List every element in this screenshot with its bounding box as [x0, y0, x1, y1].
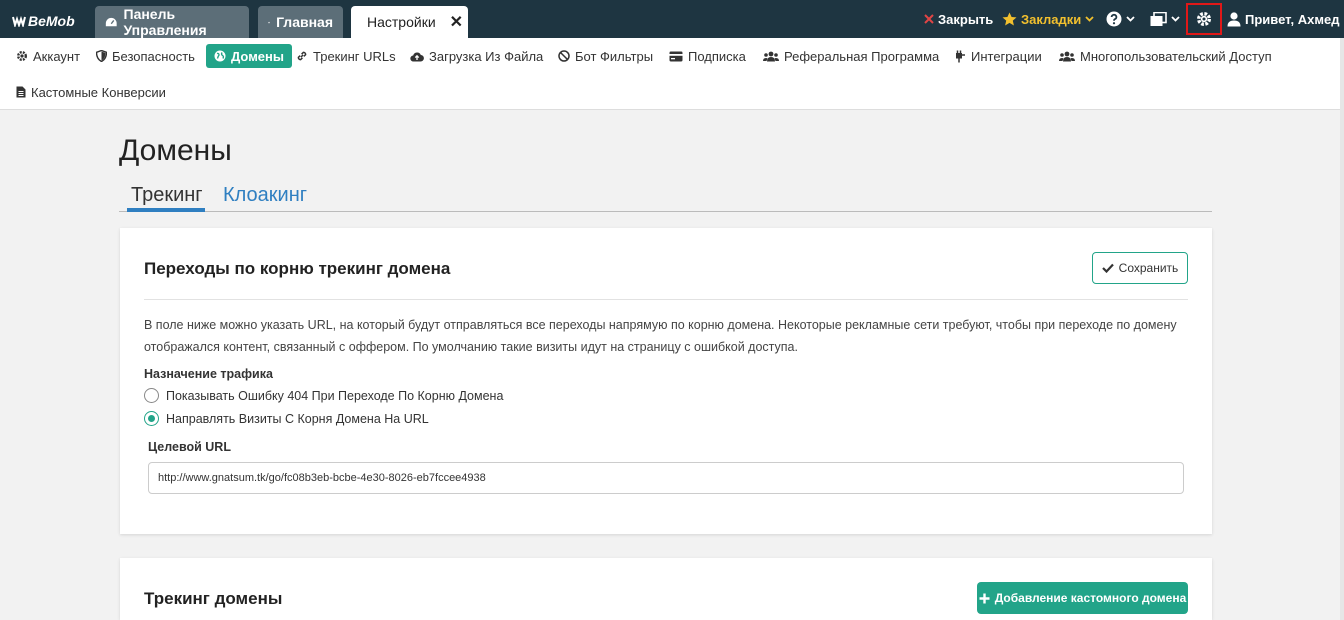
radio-show-404-label: Показывать Ошибку 404 При Переходе По Ко… [166, 388, 504, 403]
gear-icon [17, 51, 27, 61]
traffic-destination-label: Назначение трафика [144, 367, 273, 381]
domains-card-title: Трекинг домены [144, 589, 283, 608]
tracking-domains-card: Трекинг домены Добавление кастомного дом… [120, 558, 1212, 620]
radio-circle[interactable] [144, 388, 159, 403]
add-domain-label: Добавление кастомного домена [994, 591, 1187, 605]
nav-integrations[interactable]: Интеграции [948, 44, 1048, 68]
add-custom-domain-button[interactable]: Добавление кастомного домена [977, 582, 1188, 614]
save-label: Сохранить [1118, 261, 1179, 275]
user-icon [1227, 11, 1241, 26]
credit-card-icon [669, 51, 683, 61]
user-menu[interactable]: Привет, Ахмед [1227, 0, 1340, 38]
nav-custom-conversions-label: Кастомные Конверсии [31, 84, 166, 100]
star-icon [1002, 12, 1017, 26]
scrollbar[interactable] [1340, 38, 1344, 620]
nav-referral-label: Реферальная Программа [784, 48, 940, 64]
close-button[interactable]: Закрыть [924, 0, 993, 38]
root-card-description: В поле ниже можно указать URL, на которы… [144, 318, 1177, 354]
nav-account-label: Аккаунт [33, 48, 81, 64]
bemob-logo-icon [12, 15, 26, 27]
dashboard-icon [105, 17, 117, 26]
settings-gear-button[interactable] [1186, 3, 1222, 35]
cloud-upload-icon [410, 51, 424, 62]
nav-referral[interactable]: Реферальная Программа [757, 44, 945, 68]
nav-integrations-label: Интеграции [971, 48, 1042, 64]
logo-text: BeMob [28, 13, 75, 29]
help-icon [1106, 11, 1122, 27]
plus-icon [979, 593, 990, 603]
tab-tracking[interactable]: Трекинг [127, 184, 205, 212]
radio-redirect-url[interactable]: Направлять Визиты С Корня Домена На URL [144, 411, 429, 426]
tab-settings[interactable]: Настройки ✕ [351, 6, 468, 38]
page-title: Домены [119, 134, 232, 167]
nav-subscription[interactable]: Подписка [663, 44, 752, 68]
nav-domains[interactable]: Домены [206, 44, 292, 68]
user-greeting: Привет, Ахмед [1245, 11, 1340, 27]
save-button[interactable]: Сохранить [1092, 252, 1188, 284]
tab-home[interactable]: Главная [258, 6, 343, 38]
radio-circle-selected[interactable] [144, 411, 159, 426]
gear-icon [1196, 11, 1212, 27]
top-bar: BeMob Панель Управления Главная Настройк… [0, 0, 1344, 38]
root-redirect-card: Переходы по корню трекинг домена Сохрани… [120, 228, 1212, 534]
chevron-down-icon [1171, 16, 1180, 22]
nav-security[interactable]: Безопасность [90, 44, 201, 68]
target-url-input[interactable] [148, 462, 1184, 494]
help-dropdown[interactable] [1106, 0, 1135, 38]
nav-file-upload[interactable]: Загрузка Из Файла [404, 44, 549, 68]
nav-bot-filters[interactable]: Бот Фильтры [552, 44, 659, 68]
card-divider [144, 299, 1188, 300]
radio-show-404[interactable]: Показывать Ошибку 404 При Переходе По Ко… [144, 388, 503, 403]
tab-cloaking[interactable]: Клоакинг [223, 184, 307, 207]
tab-settings-label: Настройки [367, 14, 436, 30]
nav-file-upload-label: Загрузка Из Файла [429, 48, 544, 64]
close-tab-icon[interactable]: ✕ [450, 12, 463, 32]
link-icon [297, 51, 307, 61]
home-icon [268, 21, 270, 23]
nav-domains-label: Домены [231, 48, 284, 64]
nav-multiuser[interactable]: Многопользовательский Доступ [1053, 44, 1278, 68]
users-icon [763, 51, 779, 61]
nav-account[interactable]: Аккаунт [10, 44, 86, 68]
globe-icon [214, 50, 226, 62]
windows-dropdown[interactable] [1150, 0, 1180, 38]
bookmarks-dropdown[interactable]: Закладки [1002, 0, 1094, 38]
check-icon [1101, 263, 1114, 273]
target-url-label: Целевой URL [148, 440, 231, 454]
bookmarks-label: Закладки [1021, 11, 1082, 27]
nav-bot-filters-label: Бот Фильтры [575, 48, 654, 64]
tab-dashboard-label: Панель Управления [123, 6, 207, 38]
close-icon [924, 14, 934, 24]
chevron-down-icon [1126, 16, 1135, 22]
nav-tracking-urls-label: Трекинг URLs [313, 48, 396, 64]
root-card-title: Переходы по корню трекинг домена [144, 259, 451, 278]
domain-tabs: Трекинг Клоакинг [119, 182, 1212, 212]
file-icon [16, 86, 26, 98]
nav-custom-conversions[interactable]: Кастомные Конверсии [10, 80, 172, 104]
settings-nav: Аккаунт Безопасность Домены Трекинг URLs… [0, 38, 1340, 110]
tab-home-label: Главная [276, 14, 333, 30]
nav-security-label: Безопасность [112, 48, 195, 64]
tab-dashboard[interactable]: Панель Управления [95, 6, 249, 38]
chevron-down-icon [1085, 16, 1094, 22]
nav-multiuser-label: Многопользовательский Доступ [1080, 48, 1272, 64]
radio-redirect-url-label: Направлять Визиты С Корня Домена На URL [166, 411, 429, 426]
nav-subscription-label: Подписка [688, 48, 746, 64]
shield-icon [96, 50, 107, 62]
windows-icon [1150, 11, 1167, 26]
ban-icon [558, 50, 570, 62]
logo[interactable]: BeMob [12, 13, 75, 29]
group-icon [1059, 51, 1075, 61]
plug-icon [956, 50, 965, 62]
nav-tracking-urls[interactable]: Трекинг URLs [290, 44, 402, 68]
close-label: Закрыть [938, 11, 994, 27]
